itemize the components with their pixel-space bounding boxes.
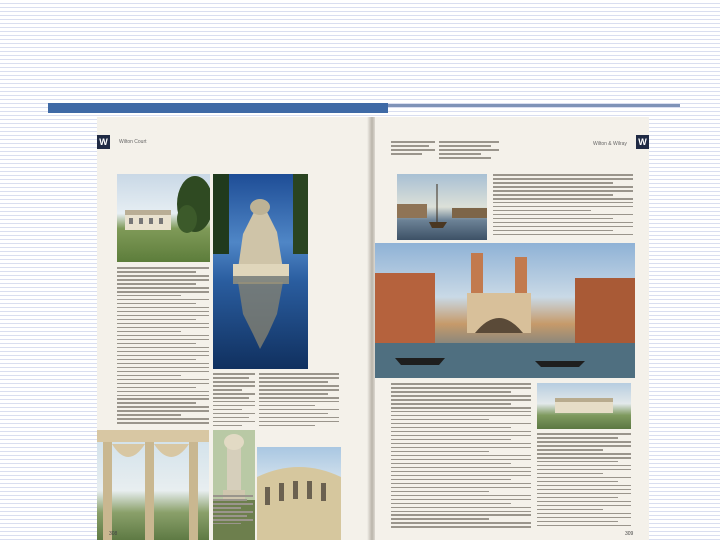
- right-page-number: 309: [625, 531, 634, 537]
- right-page-tab: W: [636, 135, 649, 149]
- house-lawn-photo: [117, 174, 210, 262]
- colonnade-photo: [97, 430, 209, 540]
- book-spread-photo: W Wilton Court 308 W Wilton & Wilray 309: [97, 117, 649, 540]
- right-header-note-b: [439, 141, 499, 165]
- fountain-caption: [213, 373, 255, 429]
- country-house-photo: [537, 383, 631, 429]
- left-page: W Wilton Court 308: [97, 117, 369, 540]
- left-page-number: 308: [109, 531, 118, 537]
- fountain-reflection-photo: [213, 174, 308, 369]
- left-page-tab: W: [97, 135, 110, 149]
- title-accent-bar: [48, 103, 388, 113]
- right-main-text: [391, 383, 531, 533]
- left-running-head: Wilton Court: [119, 139, 147, 145]
- right-column-text: [537, 433, 631, 533]
- right-running-head: Wilton & Wilray: [593, 141, 627, 147]
- middle-column-text: [259, 373, 339, 429]
- harbour-painting: [397, 174, 487, 240]
- left-column-text: [117, 267, 209, 427]
- right-top-text: [493, 174, 633, 240]
- title-accent-line: [388, 104, 680, 107]
- right-header-note-a: [391, 141, 435, 165]
- right-page: W Wilton & Wilray 309: [375, 117, 649, 540]
- venice-arsenal-painting: [375, 243, 635, 378]
- curved-building-photo: [257, 447, 341, 540]
- bottom-caption: [213, 495, 253, 535]
